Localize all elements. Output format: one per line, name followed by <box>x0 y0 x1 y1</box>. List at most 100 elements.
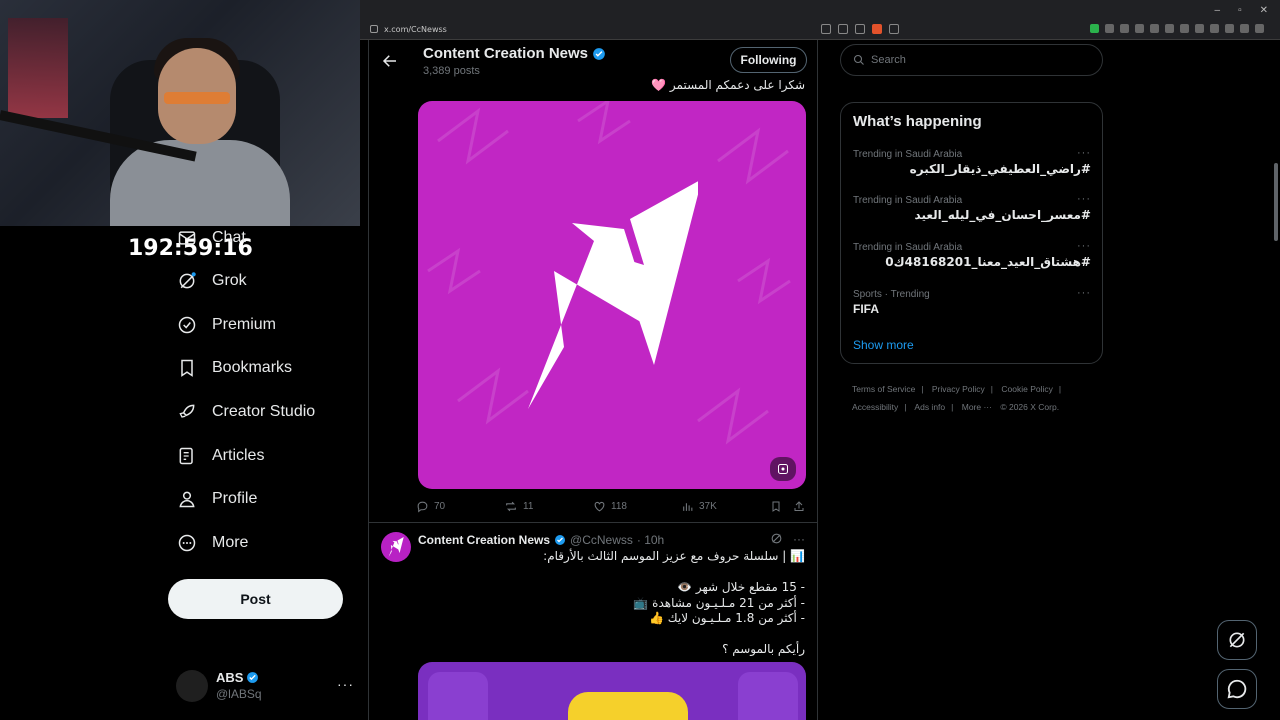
post-button[interactable]: Post <box>168 579 343 619</box>
tweet-time[interactable]: · 10h <box>637 533 664 547</box>
tweet-divider <box>369 522 817 523</box>
trend-title: #هشتاق_العيد_معنا_48168201ك0 <box>885 255 1091 269</box>
search-input[interactable] <box>871 54 1091 66</box>
repost-icon <box>506 501 516 511</box>
trend-meta: Trending in Saudi Arabia <box>853 149 963 160</box>
media-shape <box>428 672 488 720</box>
webcam-person-glasses <box>164 92 230 104</box>
screen-icon[interactable] <box>821 24 831 34</box>
account-name: ABS <box>216 670 259 685</box>
extension-icon[interactable] <box>1120 24 1129 33</box>
nav-item-creator-studio[interactable]: Creator Studio <box>176 397 315 427</box>
trend-item[interactable]: Trending in Saudi Arabia ··· #معسر_احسان… <box>853 193 1091 235</box>
window-controls: – ▫ ✕ <box>360 0 1280 20</box>
puzzle-icon[interactable] <box>1150 24 1159 33</box>
reply-button[interactable]: 70 <box>416 500 445 513</box>
nav-item-grok[interactable]: Grok <box>176 266 247 296</box>
trend-title: #معسر_احسان_في_ليله_العيد <box>914 208 1091 222</box>
like-button[interactable]: 118 <box>593 500 627 513</box>
trend-menu-icon[interactable]: ··· <box>1077 193 1091 205</box>
nav-item-profile[interactable]: Profile <box>176 484 257 514</box>
extension-icon[interactable] <box>1135 24 1144 33</box>
grok-floating-button[interactable] <box>1217 620 1257 660</box>
webcam-poster <box>8 18 68 118</box>
tweet-media-logo[interactable] <box>418 101 806 489</box>
avatar <box>176 670 208 702</box>
bookmark-icon <box>176 357 198 379</box>
heart-icon <box>594 501 605 511</box>
nav-item-label: Premium <box>212 316 277 333</box>
trend-menu-icon[interactable]: ··· <box>1077 240 1091 252</box>
footer-link[interactable]: Ads info <box>914 402 945 412</box>
address-bar[interactable]: x.com/CcNewss <box>366 21 1268 38</box>
extension-icon[interactable] <box>1225 24 1234 33</box>
show-more-link[interactable]: Show more <box>853 338 914 352</box>
search-icon <box>853 54 864 65</box>
share-button[interactable] <box>793 500 805 513</box>
search-bar[interactable] <box>840 44 1103 76</box>
nav-item-articles[interactable]: Articles <box>176 441 264 471</box>
footer-link[interactable]: Terms of Service <box>852 384 915 394</box>
site-info-icon[interactable] <box>370 25 378 33</box>
media-tag-icon[interactable] <box>770 457 796 481</box>
grok-icon <box>176 270 198 292</box>
nav-item-more[interactable]: More <box>176 528 248 558</box>
trend-item[interactable]: Trending in Saudi Arabia ··· #هشتاق_العي… <box>853 240 1091 282</box>
maximize-button[interactable]: ▫ <box>1238 5 1242 16</box>
more-icon <box>176 532 198 554</box>
extension-icon[interactable] <box>1165 24 1174 33</box>
extension-icon[interactable] <box>1105 24 1114 33</box>
close-window-button[interactable]: ✕ <box>1260 5 1268 16</box>
music-icon[interactable] <box>1180 24 1189 33</box>
timeline-column: Content Creation News 3,389 posts Follow… <box>368 40 818 720</box>
footer-link[interactable]: Accessibility <box>852 402 898 412</box>
extension-icon[interactable] <box>1090 24 1099 33</box>
tweet-author[interactable]: Content Creation News <box>418 533 550 547</box>
reply-icon <box>417 501 428 512</box>
trend-menu-icon[interactable]: ··· <box>1077 287 1091 299</box>
webcam-person-body <box>110 140 290 226</box>
sidebar-icon[interactable] <box>1195 24 1204 33</box>
tweet-media[interactable] <box>418 662 806 720</box>
minimize-button[interactable]: – <box>1215 5 1221 16</box>
footer-links: Terms of Service | Privacy Policy | Cookie… <box>852 384 1062 412</box>
bookmark-button[interactable] <box>770 500 782 513</box>
url-text[interactable]: x.com/CcNewss <box>384 25 447 34</box>
footer-link[interactable]: More ··· <box>962 402 992 412</box>
tweet-handle[interactable]: @CcNewss <box>570 533 633 547</box>
back-arrow-icon[interactable] <box>381 52 399 70</box>
extension-icon[interactable] <box>1210 24 1219 33</box>
share-icon[interactable] <box>855 24 865 34</box>
tweet-text: 📊 | سلسلة حروف مع عزيز الموسم الثالث بال… <box>543 549 805 656</box>
browser-menu-icon[interactable] <box>1255 24 1264 33</box>
nav-item-chat[interactable]: Chat <box>176 223 246 253</box>
tweet-menu-icon[interactable]: ··· <box>793 532 805 546</box>
wallet-icon[interactable] <box>1240 24 1249 33</box>
nav-item-label: Bookmarks <box>212 359 293 376</box>
grok-icon[interactable] <box>770 532 783 545</box>
messages-floating-button[interactable] <box>1217 669 1257 709</box>
brave-rewards-icon[interactable] <box>889 24 899 34</box>
nav-item-premium[interactable]: Premium <box>176 310 276 340</box>
trend-item[interactable]: Trending in Saudi Arabia ··· #راضي_العطي… <box>853 147 1091 189</box>
whats-happening-panel: What’s happening Trending in Saudi Arabi… <box>840 102 1103 364</box>
account-menu-icon[interactable]: ··· <box>337 676 354 692</box>
account-switcher[interactable]: ABS @lABSq ··· <box>176 668 356 704</box>
profile-header: Content Creation News 3,389 posts Follow… <box>369 40 817 82</box>
views-button[interactable]: 37K <box>681 500 717 513</box>
profile-name: Content Creation News <box>423 45 606 62</box>
page-scrollbar[interactable] <box>1274 163 1278 241</box>
trend-item[interactable]: Sports · Trending ··· FIFA <box>853 287 1091 329</box>
cc-news-logo <box>528 181 698 409</box>
footer-link[interactable]: Cookie Policy <box>1001 384 1053 394</box>
premium-icon <box>176 314 198 336</box>
trend-menu-icon[interactable]: ··· <box>1077 147 1091 159</box>
trend-title: FIFA <box>853 302 879 316</box>
nav-item-bookmarks[interactable]: Bookmarks <box>176 353 292 383</box>
extension-icons <box>1090 24 1264 33</box>
following-button[interactable]: Following <box>730 47 807 73</box>
repost-button[interactable]: 11 <box>504 500 533 513</box>
brave-shield-icon[interactable] <box>872 24 882 34</box>
zoom-icon[interactable] <box>838 24 848 34</box>
footer-link[interactable]: Privacy Policy <box>932 384 985 394</box>
